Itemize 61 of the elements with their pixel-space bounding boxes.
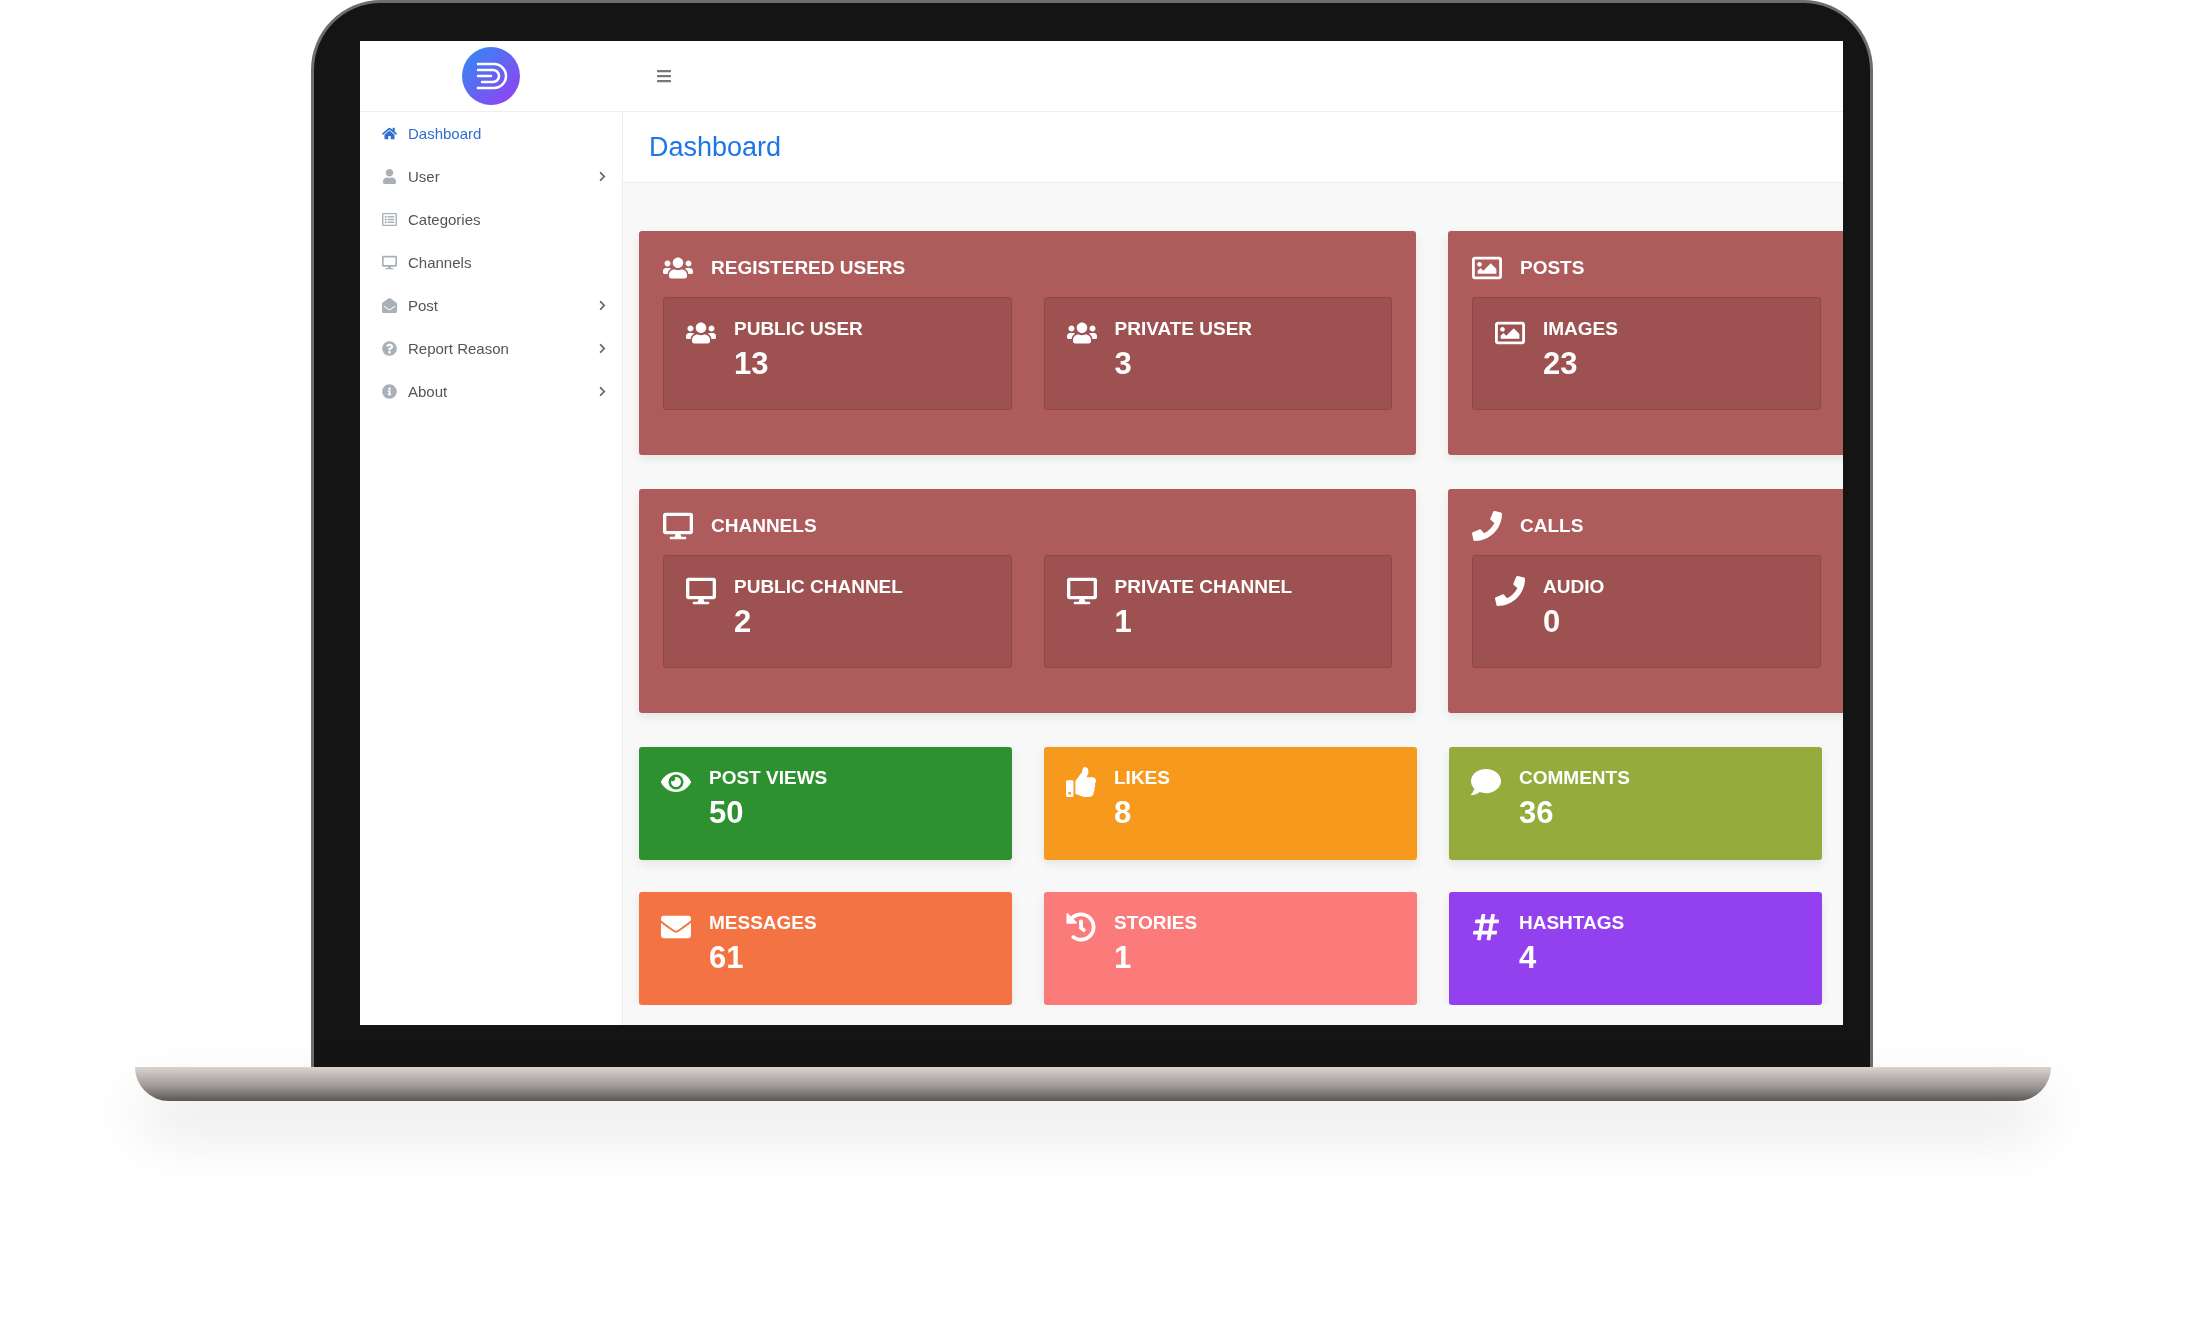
stat-value: 23 [1543,346,1579,382]
list-icon [382,212,398,227]
page-title: Dashboard [649,131,782,163]
question-icon [382,341,398,356]
user-icon [382,169,398,184]
sidebar-item-label: Post [408,297,439,314]
tile-value: 8 [1114,795,1133,831]
monitor-icon [663,511,693,541]
sidebar-item-label: User [408,168,441,185]
stat-value: 1 [1114,604,1133,640]
sidebar-item[interactable]: Categories [360,198,622,241]
monitor-icon [686,576,716,606]
sidebar-item[interactable]: Dashboard [360,112,622,155]
stat-value: 0 [1543,604,1562,640]
sidebar-item-label: Channels [408,254,473,271]
monitor-icon [1066,576,1097,606]
history-icon [1066,912,1096,942]
sidebar-item[interactable]: Report Reason [360,327,622,370]
sidebar-item-label: Categories [408,211,482,228]
tile-value: 1 [1114,940,1133,976]
stat-label: AUDIO [1543,576,1605,598]
sidebar-item-label: Report Reason [408,340,510,357]
group-title: CHANNELS [711,515,817,537]
comment-icon [1471,767,1501,797]
thumbs-up-icon [1066,767,1096,797]
tile-label: COMMENTS [1519,767,1630,789]
tile-value: 61 [709,940,745,976]
logo-icon [462,47,520,105]
envelope-icon [382,298,398,313]
group-title: POSTS [1520,257,1585,279]
tile-label: HASHTAGS [1519,912,1625,934]
stat-label: PUBLIC USER [734,318,863,340]
tile-label: POST VIEWS [709,767,828,789]
phone-icon [1472,511,1502,541]
monitor-icon [382,255,398,270]
sidebar-item[interactable]: User [360,155,622,198]
stat-value: 13 [734,346,770,382]
group-title: CALLS [1520,515,1584,537]
sidebar-item-label: About [408,383,449,400]
group-title: REGISTERED USERS [711,257,906,279]
stat-label: IMAGES [1543,318,1618,340]
info-icon [382,384,398,399]
stat-value: 2 [734,604,753,640]
sidebar-item[interactable]: About [360,370,622,413]
tile-value: 4 [1519,940,1538,976]
tile-label: STORIES [1114,912,1198,934]
stat-value: 3 [1114,346,1133,382]
sidebar-item[interactable]: Post [360,284,622,327]
stat-label: PRIVATE CHANNEL [1114,576,1293,598]
stat-label: PRIVATE USER [1114,318,1253,340]
tile-label: LIKES [1114,767,1170,789]
menu-icon [656,68,672,84]
stat-label: PUBLIC CHANNEL [734,576,903,598]
tile-value: 50 [709,795,745,831]
sidebar-item[interactable]: Channels [360,241,622,284]
home-icon [382,126,398,141]
hashtag-icon [1471,912,1501,942]
sidebar-item-label: Dashboard [408,125,483,142]
tile-label: MESSAGES [709,912,817,934]
tile-value: 36 [1519,795,1555,831]
phone-icon [1495,576,1525,606]
